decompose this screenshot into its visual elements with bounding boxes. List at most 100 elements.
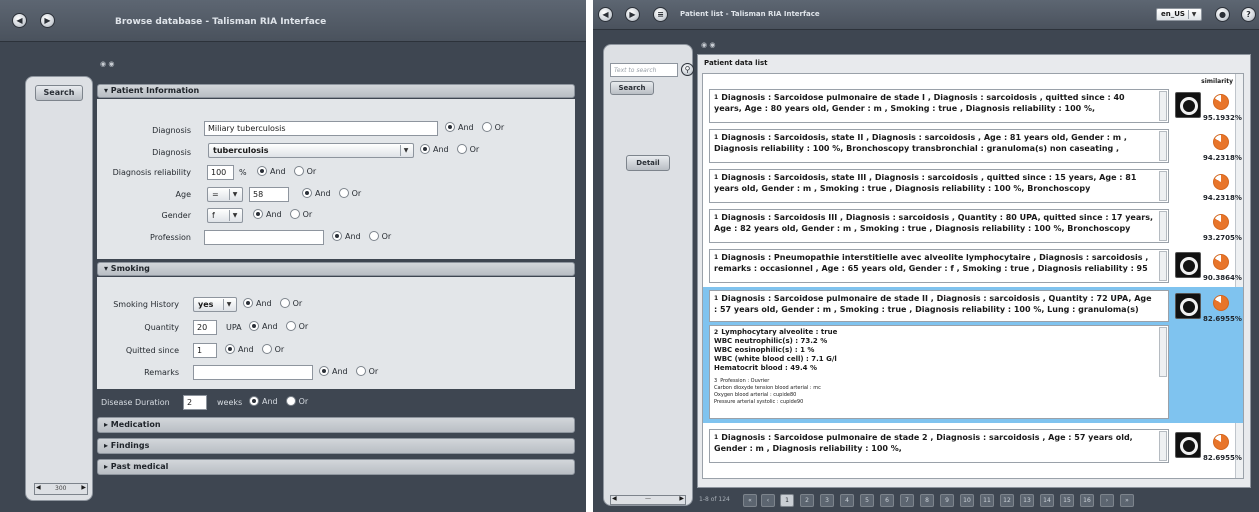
page-button[interactable]: 7 (900, 494, 914, 507)
detail-scrollbar[interactable] (1159, 327, 1167, 377)
page-button[interactable]: 2 (800, 494, 814, 507)
page-button[interactable]: 4 (840, 494, 854, 507)
profession-input[interactable] (204, 230, 324, 245)
or-radio[interactable] (355, 366, 366, 376)
forward-icon[interactable]: ▶ (40, 13, 55, 28)
disease-duration-input[interactable]: 2 (183, 395, 207, 410)
next-page-icon[interactable]: › (1100, 494, 1114, 507)
pager-next-icon[interactable]: ▶ (81, 484, 86, 491)
remarks-input[interactable] (193, 365, 313, 380)
back-icon[interactable]: ◀ (12, 13, 27, 28)
page-button[interactable]: 6 (880, 494, 894, 507)
and-radio[interactable] (332, 231, 342, 241)
first-page-icon[interactable]: « (743, 494, 757, 507)
sidebar-pager[interactable]: ◀ — ▶ (610, 495, 686, 505)
detail-button[interactable]: Detail (626, 155, 670, 171)
or-radio[interactable] (279, 298, 290, 308)
and-radio[interactable] (249, 321, 259, 331)
item-scrollbar[interactable] (1159, 211, 1167, 241)
item-scrollbar[interactable] (1159, 431, 1167, 461)
gender-select[interactable]: f ▼ (207, 208, 243, 223)
page-button[interactable]: 15 (1060, 494, 1074, 507)
search-button[interactable]: Search (35, 85, 83, 101)
or-radio[interactable] (481, 122, 492, 132)
and-radio[interactable] (319, 366, 329, 376)
panel-controls-icon[interactable]: ◉ ◉ (701, 41, 715, 49)
page-button[interactable]: 5 (860, 494, 874, 507)
and-radio[interactable] (243, 298, 253, 308)
or-radio[interactable] (285, 321, 296, 331)
quitted-since-input[interactable]: 1 (193, 343, 217, 358)
pager-next-icon[interactable]: ▶ (679, 495, 684, 502)
and-radio[interactable] (420, 144, 430, 154)
page-button[interactable]: 10 (960, 494, 974, 507)
item-scrollbar[interactable] (1159, 251, 1167, 281)
search-input[interactable]: Text to search (610, 63, 678, 77)
page-button[interactable]: 14 (1040, 494, 1054, 507)
item-scrollbar[interactable] (1159, 171, 1167, 201)
list-item[interactable]: 1 Diagnosis : Pneumopathie interstitielle… (703, 248, 1243, 284)
or-radio[interactable] (285, 396, 296, 406)
section-patient-information[interactable]: ▾ Patient Information (97, 84, 575, 98)
or-radio[interactable] (338, 188, 349, 198)
page-button[interactable]: 9 (940, 494, 954, 507)
pager-prev-icon[interactable]: ◀ (612, 495, 617, 502)
item-scrollbar[interactable] (1159, 131, 1167, 161)
diagnosis-select[interactable]: tuberculosis ▼ (208, 143, 414, 158)
and-radio[interactable] (257, 166, 267, 176)
panel-controls-icon[interactable]: ◉ ◉ (100, 60, 114, 68)
globe-icon[interactable]: ● (1215, 7, 1230, 22)
diagnosis-text-input[interactable]: Miliary tuberculosis (204, 121, 438, 136)
list-item[interactable]: 1 Diagnosis : Sarcoidosis, state II , Dia… (703, 128, 1243, 164)
browse-database-window: ◀ ▶ Browse database - Talisman RIA Inter… (0, 0, 586, 512)
page-button[interactable]: 11 (980, 494, 994, 507)
search-icon[interactable]: ⚲ (681, 63, 694, 76)
forward-icon[interactable]: ▶ (625, 7, 640, 22)
or-radio[interactable] (289, 209, 300, 219)
or-radio[interactable] (456, 144, 467, 154)
xray-thumbnail-icon[interactable] (1175, 293, 1201, 319)
sidebar-pager[interactable]: ◀ 300 ▶ (34, 483, 88, 495)
and-radio[interactable] (253, 209, 263, 219)
smoking-history-select[interactable]: yes ▼ (193, 297, 237, 312)
xray-thumbnail-icon[interactable] (1175, 92, 1201, 118)
page-button[interactable]: 16 (1080, 494, 1094, 507)
list-item[interactable]: 1 Diagnosis : Sarcoidosis III , Diagnosis… (703, 208, 1243, 244)
back-icon[interactable]: ◀ (598, 7, 613, 22)
list-item-selected[interactable]: 1 Diagnosis : Sarcoidose pulmonaire de st… (703, 287, 1243, 423)
search-button[interactable]: Search (610, 81, 654, 95)
diagnosis-text-logic: And Or (445, 122, 512, 136)
pager-prev-icon[interactable]: ◀ (36, 484, 41, 491)
help-icon[interactable]: ? (1241, 7, 1256, 22)
list-item[interactable]: 1 Diagnosis : Sarcoidosis, state III , Di… (703, 168, 1243, 204)
or-radio[interactable] (368, 231, 379, 241)
section-smoking[interactable]: ▾ Smoking (97, 262, 575, 276)
item-scrollbar[interactable] (1159, 91, 1167, 121)
xray-thumbnail-icon[interactable] (1175, 252, 1201, 278)
section-medication[interactable]: ▸ Medication (97, 417, 575, 433)
xray-thumbnail-icon[interactable] (1175, 432, 1201, 458)
page-button[interactable]: 8 (920, 494, 934, 507)
and-radio[interactable] (445, 122, 455, 132)
quantity-input[interactable]: 20 (193, 320, 217, 335)
and-radio[interactable] (249, 396, 259, 406)
age-operator-select[interactable]: = ▼ (207, 187, 243, 202)
list-item[interactable]: 1 Diagnosis : Sarcoidose pulmonaire de st… (703, 88, 1243, 124)
prev-page-icon[interactable]: ‹ (761, 494, 775, 507)
page-button[interactable]: 13 (1020, 494, 1034, 507)
last-page-icon[interactable]: » (1120, 494, 1134, 507)
section-findings[interactable]: ▸ Findings (97, 438, 575, 454)
and-radio[interactable] (302, 188, 312, 198)
locale-select[interactable]: en_US ▼ (1156, 8, 1202, 21)
diagnosis-reliability-input[interactable]: 100 (207, 165, 234, 180)
page-button[interactable]: 3 (820, 494, 834, 507)
list-item[interactable]: 1 Diagnosis : Sarcoidose pulmonaire de st… (703, 428, 1243, 464)
database-icon[interactable]: ≡ (653, 7, 668, 22)
page-button[interactable]: 1 (780, 494, 794, 507)
age-input[interactable]: 58 (249, 187, 289, 202)
or-radio[interactable] (293, 166, 304, 176)
and-radio[interactable] (225, 344, 235, 354)
or-radio[interactable] (261, 344, 272, 354)
section-past-medical[interactable]: ▸ Past medical (97, 459, 575, 475)
page-button[interactable]: 12 (1000, 494, 1014, 507)
